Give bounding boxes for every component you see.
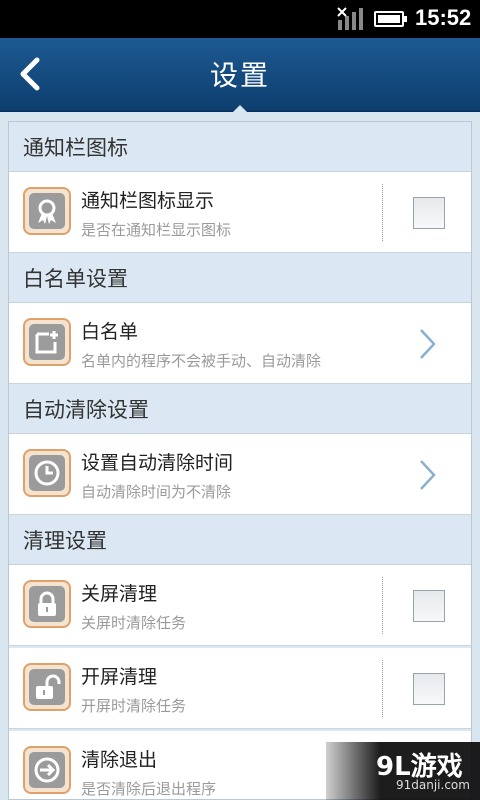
section-header-whitelist: 白名单设置 — [9, 253, 471, 303]
row-divider — [382, 184, 383, 241]
setting-label: 开屏清理 — [81, 666, 158, 688]
notification-icon-checkbox[interactable] — [413, 197, 445, 229]
setting-description: 开屏时清除任务 — [81, 697, 187, 715]
section-header-auto-clean: 自动清除设置 — [9, 384, 471, 434]
signal-icon — [337, 7, 363, 30]
setting-row-auto-clean-time[interactable]: 设置自动清除时间 自动清除时间为不清除 — [9, 434, 471, 515]
setting-label: 通知栏图标显示 — [81, 190, 215, 212]
setting-description: 是否清除后退出程序 — [81, 780, 217, 798]
battery-icon — [374, 11, 407, 27]
unlock-icon — [23, 663, 71, 711]
setting-label: 清除退出 — [81, 749, 158, 771]
setting-row-notification-icon[interactable]: 通知栏图标显示 是否在通知栏显示图标 — [9, 172, 471, 253]
section-header-notification: 通知栏图标 — [9, 122, 471, 172]
row-divider — [382, 577, 383, 634]
chevron-right-icon[interactable] — [415, 327, 439, 361]
status-time: 15:52 — [415, 5, 472, 30]
setting-description: 名单内的程序不会被手动、自动清除 — [81, 352, 322, 370]
exit-icon — [23, 746, 71, 794]
setting-description: 关屏时清除任务 — [81, 614, 187, 632]
setting-row-whitelist[interactable]: 白名单 名单内的程序不会被手动、自动清除 — [9, 303, 471, 384]
add-note-icon — [23, 318, 71, 366]
setting-row-screen-on-clean[interactable]: 开屏清理 开屏时清除任务 — [9, 648, 471, 729]
screen-off-clean-checkbox[interactable] — [413, 590, 445, 622]
award-icon — [23, 187, 71, 235]
setting-label: 设置自动清除时间 — [81, 452, 234, 474]
watermark: 9L游戏 91danji.com — [326, 742, 480, 800]
setting-label: 关屏清理 — [81, 583, 158, 605]
clock-icon — [23, 449, 71, 497]
title-notch — [233, 105, 247, 112]
row-divider — [382, 660, 383, 717]
status-bar: 15:52 — [0, 0, 480, 38]
lock-icon — [23, 580, 71, 628]
setting-label: 白名单 — [81, 321, 139, 343]
setting-description: 是否在通知栏显示图标 — [81, 221, 232, 239]
title-bar: 设置 — [0, 38, 480, 112]
settings-list[interactable]: 通知栏图标 通知栏图标显示 是否在通知栏显示图标 白名单设置 白名单 名单内的程… — [8, 121, 472, 800]
setting-description: 自动清除时间为不清除 — [81, 483, 232, 501]
chevron-right-icon[interactable] — [415, 458, 439, 492]
setting-row-screen-off-clean[interactable]: 关屏清理 关屏时清除任务 — [9, 565, 471, 646]
section-header-clean: 清理设置 — [9, 515, 471, 565]
page-title: 设置 — [209, 59, 270, 92]
watermark-site: 91danji.com — [396, 778, 470, 792]
screen-on-clean-checkbox[interactable] — [413, 673, 445, 705]
